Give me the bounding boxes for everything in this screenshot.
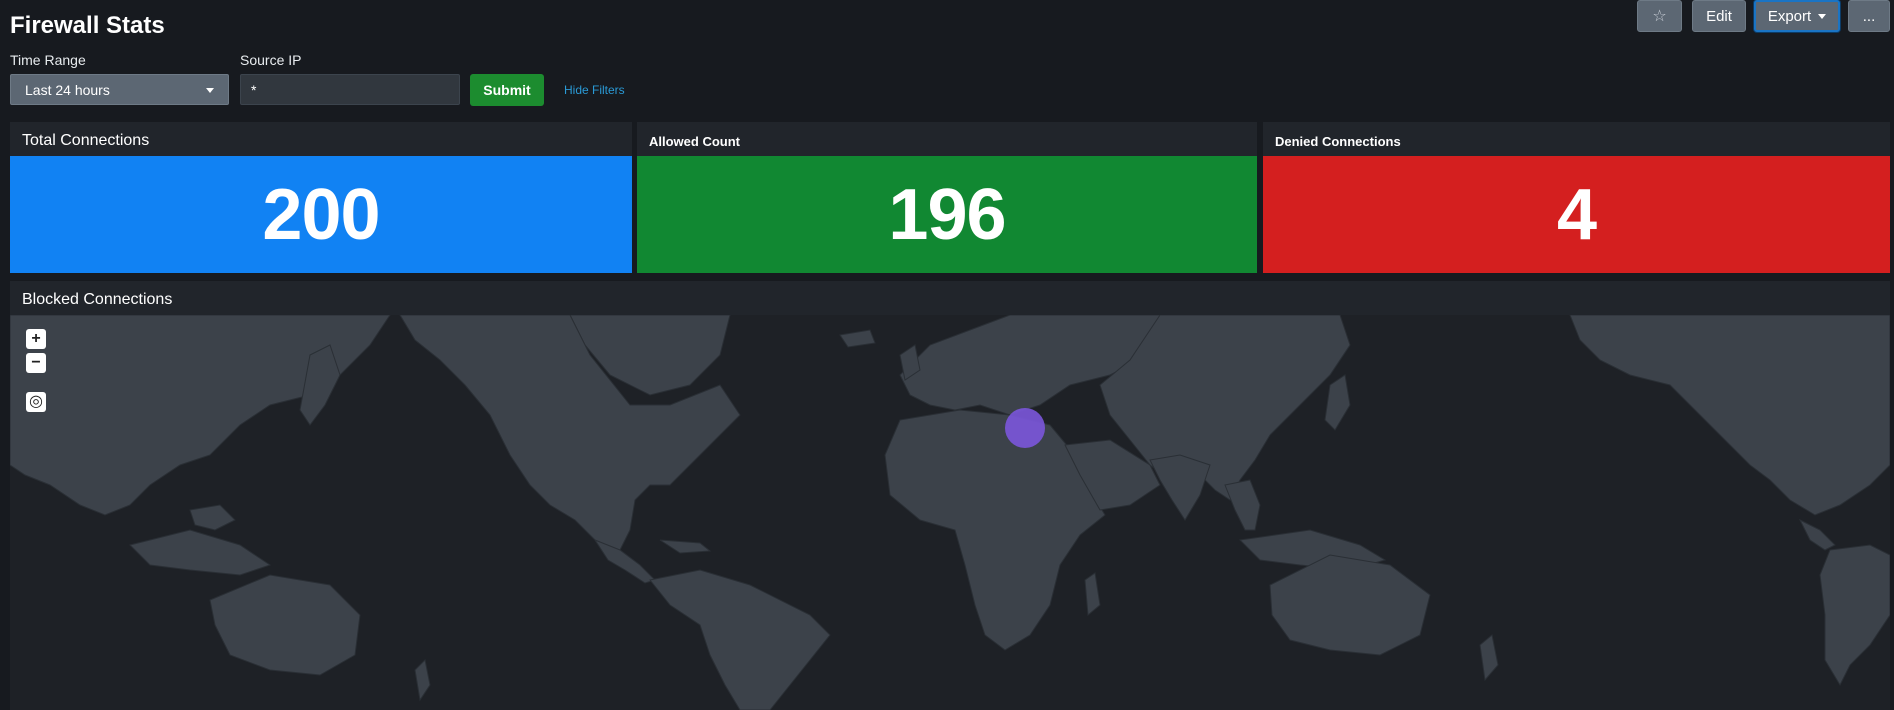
panel-title: Allowed Count [649, 134, 740, 149]
allowed-count-value[interactable]: 196 [637, 156, 1257, 273]
world-map[interactable]: + − ◎ [10, 315, 1890, 710]
denied-connections-panel: Denied Connections 4 [1263, 122, 1890, 273]
star-icon: ☆ [1652, 8, 1667, 25]
export-button[interactable]: Export [1754, 0, 1840, 32]
source-ip-input[interactable] [240, 74, 460, 105]
locate-icon[interactable]: ◎ [26, 392, 46, 412]
time-range-dropdown[interactable]: Last 24 hours [10, 74, 229, 105]
edit-button[interactable]: Edit [1692, 0, 1746, 32]
source-ip-label: Source IP [240, 52, 302, 68]
zoom-in-button[interactable]: + [26, 329, 46, 349]
time-range-label: Time Range [10, 52, 86, 68]
denied-connections-value[interactable]: 4 [1263, 156, 1890, 273]
panel-title: Denied Connections [1275, 134, 1401, 149]
total-connections-panel: Total Connections 200 [10, 122, 632, 273]
export-label: Export [1767, 7, 1812, 25]
blocked-connections-panel: Blocked Connections + − ◎ [10, 281, 1890, 710]
more-actions-button[interactable]: ... [1848, 0, 1890, 32]
submit-button[interactable]: Submit [470, 74, 544, 106]
chevron-down-icon [206, 88, 214, 93]
page-title: Firewall Stats [10, 12, 165, 39]
blocked-location-marker[interactable] [1005, 408, 1045, 448]
allowed-count-panel: Allowed Count 196 [637, 122, 1257, 273]
total-connections-value[interactable]: 200 [10, 156, 632, 273]
hide-filters-link[interactable]: Hide Filters [564, 83, 625, 97]
chevron-down-icon [1818, 13, 1827, 19]
panel-title: Blocked Connections [22, 291, 173, 308]
time-range-value: Last 24 hours [25, 81, 110, 98]
favorite-star-button[interactable]: ☆ [1637, 0, 1682, 32]
zoom-out-button[interactable]: − [26, 353, 46, 373]
world-map-canvas [10, 315, 1890, 710]
panel-title: Total Connections [22, 132, 150, 149]
